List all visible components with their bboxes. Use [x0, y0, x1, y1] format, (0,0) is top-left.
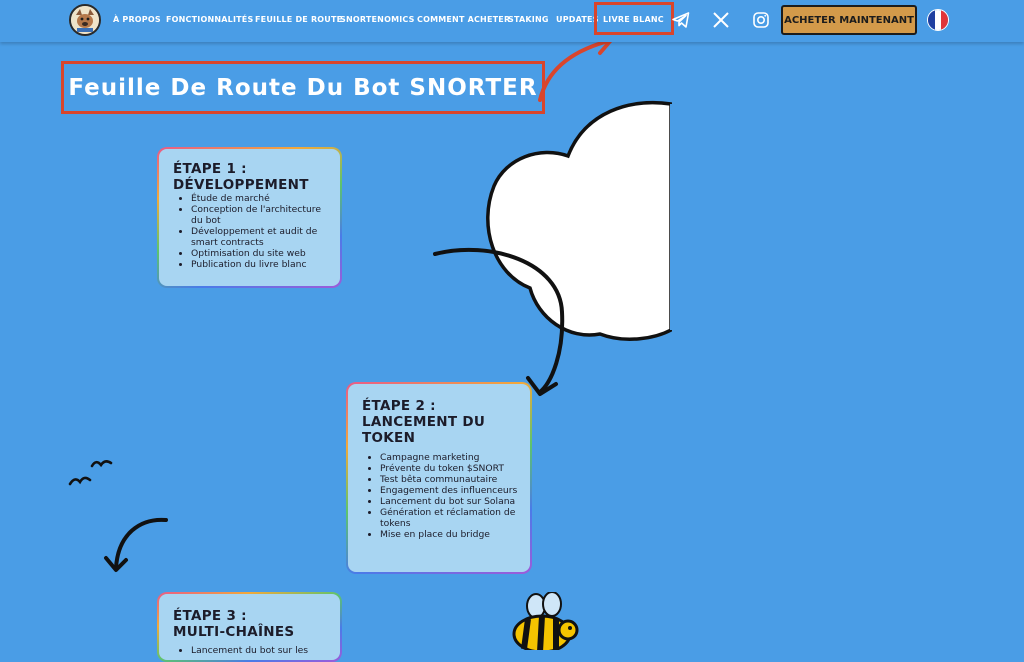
step-2-title: ÉTAPE 2 : LANCEMENT DU TOKEN [362, 398, 522, 446]
step-2-list: Campagne marketing Prévente du token $SN… [362, 452, 522, 540]
telegram-icon[interactable] [671, 10, 691, 30]
france-flag-icon[interactable] [927, 9, 949, 31]
instagram-icon[interactable] [751, 10, 771, 30]
small-curved-arrow-icon [104, 517, 168, 572]
nav-updates[interactable]: UPDATES [556, 15, 599, 24]
nav-staking[interactable]: STAKING [508, 15, 549, 24]
page-title: Feuille De Route Du Bot SNORTER [68, 74, 538, 101]
step-3-list: Lancement du bot sur les [173, 645, 332, 656]
roadmap-step-2-card: ÉTAPE 2 : LANCEMENT DU TOKEN Campagne ma… [346, 382, 532, 574]
step-2-title-line: TOKEN [362, 430, 416, 446]
top-navigation-bar: À PROPOS FONCTIONNALITÉS FEUILLE DE ROUT… [0, 0, 1024, 42]
list-item: Publication du livre blanc [191, 259, 332, 270]
step-1-title-line: ÉTAPE 1 : [173, 161, 247, 177]
list-item: Étude de marché [191, 193, 332, 204]
livre-blanc-highlight-box [594, 2, 674, 35]
curved-arrow-icon [433, 247, 565, 396]
list-item: Campagne marketing [380, 452, 522, 463]
list-item: Mise en place du bridge [380, 529, 522, 540]
list-item: Génération et réclamation de tokens [380, 507, 522, 529]
list-item: Test bêta communautaire [380, 474, 522, 485]
nav-fonctionnalites[interactable]: FONCTIONNALITÉS [166, 15, 253, 24]
step-1-title-line: DÉVELOPPEMENT [173, 177, 309, 193]
acheter-maintenant-button[interactable]: ACHETER MAINTENANT [781, 5, 917, 35]
step-1-title: ÉTAPE 1 : DÉVELOPPEMENT [173, 161, 332, 193]
step-1-list: Étude de marché Conception de l'architec… [173, 193, 332, 270]
nav-feuille-de-route[interactable]: FEUILLE DE ROUTE [255, 15, 342, 24]
nav-a-propos[interactable]: À PROPOS [113, 15, 161, 24]
nav-comment-acheter[interactable]: COMMENT ACHETER [417, 15, 510, 24]
roadmap-step-3-card: ÉTAPE 3 : MULTI-CHAÎNES Lancement du bot… [157, 592, 342, 662]
step-3-title-line: MULTI-CHAÎNES [173, 624, 295, 640]
list-item: Prévente du token $SNORT [380, 463, 522, 474]
list-item: Développement et audit de smart contract… [191, 226, 332, 248]
step-3-title-line: ÉTAPE 3 : [173, 608, 247, 624]
list-item: Optimisation du site web [191, 248, 332, 259]
list-item: Engagement des influenceurs [380, 485, 522, 496]
step-3-title: ÉTAPE 3 : MULTI-CHAÎNES [173, 608, 332, 640]
nav-snortenomics[interactable]: SNORTENOMICS [340, 15, 415, 24]
bee-mascot-icon [512, 592, 579, 650]
birds-icon [68, 460, 113, 486]
list-item: Lancement du bot sur les [191, 645, 332, 656]
step-2-title-line: LANCEMENT DU [362, 414, 486, 430]
list-item: Lancement du bot sur Solana [380, 496, 522, 507]
roadmap-step-1-card: ÉTAPE 1 : DÉVELOPPEMENT Étude de marché … [157, 147, 342, 288]
step-2-title-line: ÉTAPE 2 : [362, 398, 436, 414]
list-item: Conception de l'architecture du bot [191, 204, 332, 226]
x-icon[interactable] [711, 10, 731, 30]
snorter-logo[interactable] [69, 4, 101, 36]
page-title-highlight-box: Feuille De Route Du Bot SNORTER [61, 61, 545, 114]
snorter-dog-logo-icon [71, 6, 99, 34]
